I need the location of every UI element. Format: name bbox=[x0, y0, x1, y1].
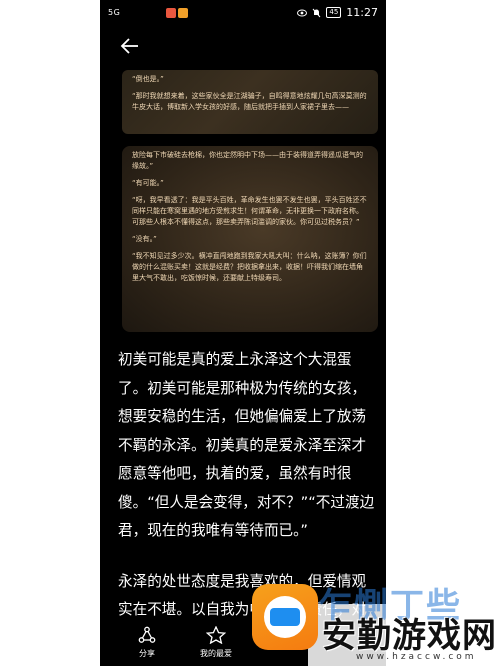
share-label: 分享 bbox=[139, 649, 155, 658]
photo-line: “那时我就想来着，这些家伙全是江湖骗子，自鸣得意地炫耀几句高深莫测的牛皮大话，博… bbox=[132, 92, 367, 111]
book-photo-top[interactable]: “倒也是。” “那时我就想来着，这些家伙全是江湖骗子，自鸣得意地炫耀几句高深莫测… bbox=[122, 70, 378, 134]
watermark-logo bbox=[252, 584, 318, 650]
star-icon bbox=[206, 626, 226, 644]
mute-bell-icon bbox=[312, 8, 321, 17]
favorite-label: 我的最爱 bbox=[200, 649, 232, 658]
phone-screen: 5G 45 11:27 “倒也是。” “那时我就想来着，这些家伙全是江湖骗子，自… bbox=[100, 0, 386, 666]
share-icon bbox=[138, 626, 156, 643]
notification-app-icon bbox=[166, 8, 176, 18]
watermark-url: www.hzaccw.com bbox=[356, 652, 477, 662]
photo-line: “倒也是。” bbox=[132, 75, 164, 83]
watermark-title: 安勤游戏网 bbox=[322, 616, 497, 656]
photo-main-text: 放险每下市破硅去枪棉，你也定然明中下场——由于装得道弄得遥瓜语气的缘故。” “有… bbox=[122, 146, 378, 290]
logo-bar bbox=[270, 608, 300, 626]
photo-line: “我不知见过多少次。横冲直闯地跑到我家大吼大叫：什么呐，这账簿？你们做的什么混账… bbox=[132, 252, 367, 282]
favorite-button[interactable]: 我的最爱 bbox=[200, 626, 232, 659]
photo-line: 放险每下市破硅去枪棉，你也定然明中下场——由于装得道弄得遥瓜语气的缘故。” bbox=[132, 151, 363, 170]
clock: 11:27 bbox=[346, 6, 378, 19]
signal-indicator: 5G bbox=[108, 8, 121, 17]
site-watermark: 乍惻丁些 安勤游戏网 www.hzaccw.com bbox=[248, 578, 500, 666]
status-bar: 5G 45 11:27 bbox=[100, 0, 386, 28]
battery-icon: 45 bbox=[326, 7, 342, 18]
photo-line: “呀，我早看透了：我是平头百姓，革命发生也罢不发生也罢，平头百姓还不同样只能在寒… bbox=[132, 196, 367, 226]
photo-line: “没有。” bbox=[132, 235, 157, 243]
back-arrow-icon[interactable] bbox=[120, 36, 140, 56]
photo-top-text: “倒也是。” “那时我就想来着，这些家伙全是江湖骗子，自鸣得意地炫耀几句高深莫测… bbox=[122, 70, 378, 119]
article-paragraph: 初美可能是真的爱上永泽这个大混蛋了。初美可能是那种极为传统的女孩，想要安稳的生活… bbox=[118, 351, 375, 539]
book-photo-main[interactable]: 放险每下市破硅去枪棉，你也定然明中下场——由于装得道弄得遥瓜语气的缘故。” “有… bbox=[122, 146, 378, 332]
eye-icon bbox=[297, 9, 308, 16]
photo-line: “有可能。” bbox=[132, 179, 164, 187]
notification-app-icon bbox=[178, 8, 188, 18]
share-button[interactable]: 分享 bbox=[138, 626, 156, 659]
